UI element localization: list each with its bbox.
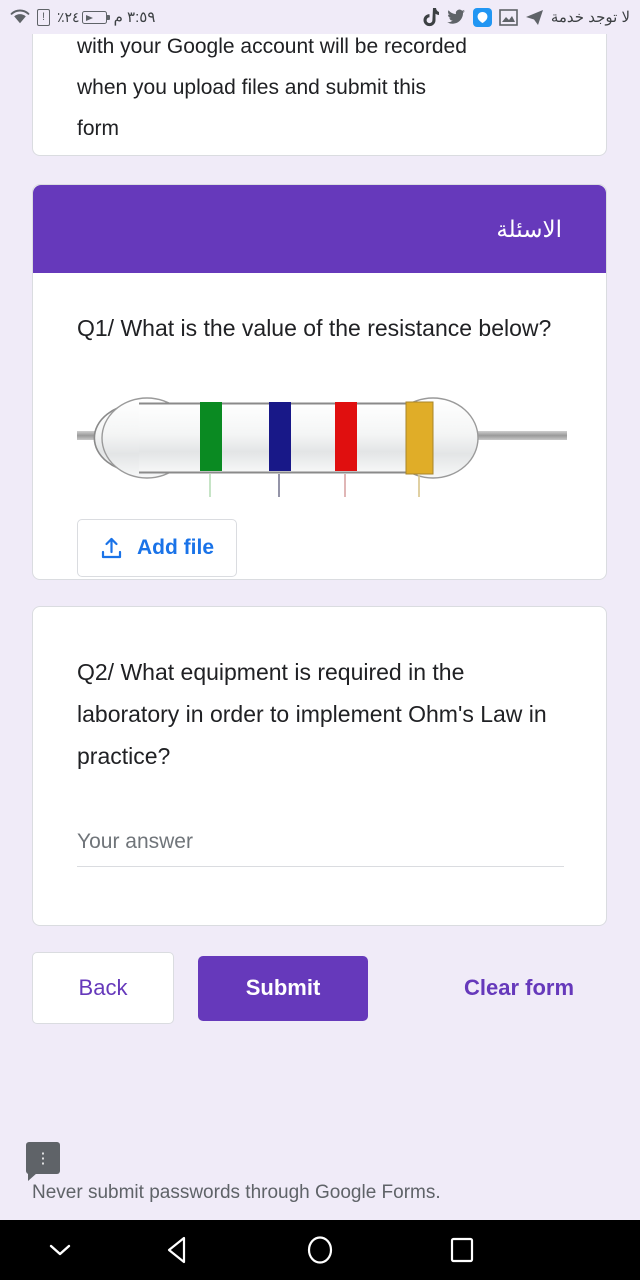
carrier-label: لا توجد خدمة <box>550 9 630 26</box>
recents-square-icon[interactable] <box>432 1220 492 1280</box>
teams-icon <box>472 7 492 27</box>
band-green <box>200 402 222 471</box>
sim-alert-icon: ! <box>37 8 50 26</box>
battery-percent-label: ٢٤٪ <box>57 8 80 25</box>
question-1-card: الاسئلة Q1/ What is the value of the res… <box>32 184 607 580</box>
back-button[interactable]: Back <box>32 952 174 1024</box>
status-bar-right: لا توجد خدمة <box>421 7 630 27</box>
feedback-dots-icon: ⋮ <box>35 1149 51 1167</box>
description-line-2: when you upload files and submit this <box>77 76 427 99</box>
status-bar-left: ٣:٥٩ م ٢٤٪ ! <box>10 8 155 26</box>
status-bar: ٣:٥٩ م ٢٤٪ ! لا توجد خدمة <box>0 0 640 34</box>
home-circle-icon[interactable] <box>290 1220 350 1280</box>
footer-note: Never submit passwords through Google Fo… <box>32 1182 441 1203</box>
battery-icon <box>81 10 110 24</box>
question-2-body: Q2/ What equipment is required in the la… <box>33 607 606 867</box>
form-description-text: with your Google account will be recorde… <box>33 34 606 149</box>
question-2-title: Q2/ What equipment is required in the la… <box>77 659 547 769</box>
android-navigation-bar <box>0 1220 640 1280</box>
question-1-body: Q1/ What is the value of the resistance … <box>33 273 606 577</box>
telegram-icon <box>525 8 544 27</box>
photo-icon <box>499 8 518 27</box>
battery-indicator: ٢٤٪ <box>57 8 110 26</box>
question-2-card: Q2/ What equipment is required in the la… <box>32 606 607 926</box>
form-actions: Back Submit Clear form <box>32 952 607 1024</box>
tiktok-icon <box>421 7 440 27</box>
chevron-down-icon[interactable] <box>30 1220 90 1280</box>
form-scroll-area[interactable]: with your Google account will be recorde… <box>0 34 640 1220</box>
description-line-1: with your Google account will be recorde… <box>77 35 467 58</box>
clock-time: ٣:٥٩ م <box>113 9 156 26</box>
upload-icon <box>100 537 123 560</box>
twitter-icon <box>446 8 466 27</box>
band-red <box>335 402 357 471</box>
phone-screen: ٣:٥٩ م ٢٤٪ ! لا توجد خدمة with your Goog… <box>0 0 640 1280</box>
add-file-button[interactable]: Add file <box>77 519 237 577</box>
band-blue <box>269 402 291 471</box>
description-line-3: form <box>77 117 119 140</box>
resistor-image <box>77 371 567 511</box>
question-1-title: Q1/ What is the value of the resistance … <box>77 315 552 341</box>
section-header-banner: الاسئلة <box>33 185 606 273</box>
back-triangle-icon[interactable] <box>148 1220 208 1280</box>
clear-form-button[interactable]: Clear form <box>464 975 574 1001</box>
submit-button[interactable]: Submit <box>198 955 368 1021</box>
wifi-icon <box>10 9 30 25</box>
add-file-label: Add file <box>137 536 214 559</box>
answer-input[interactable] <box>77 825 564 867</box>
section-header-title: الاسئلة <box>496 215 562 242</box>
feedback-badge[interactable]: ⋮ <box>26 1142 60 1181</box>
form-description-card: with your Google account will be recorde… <box>32 34 607 156</box>
